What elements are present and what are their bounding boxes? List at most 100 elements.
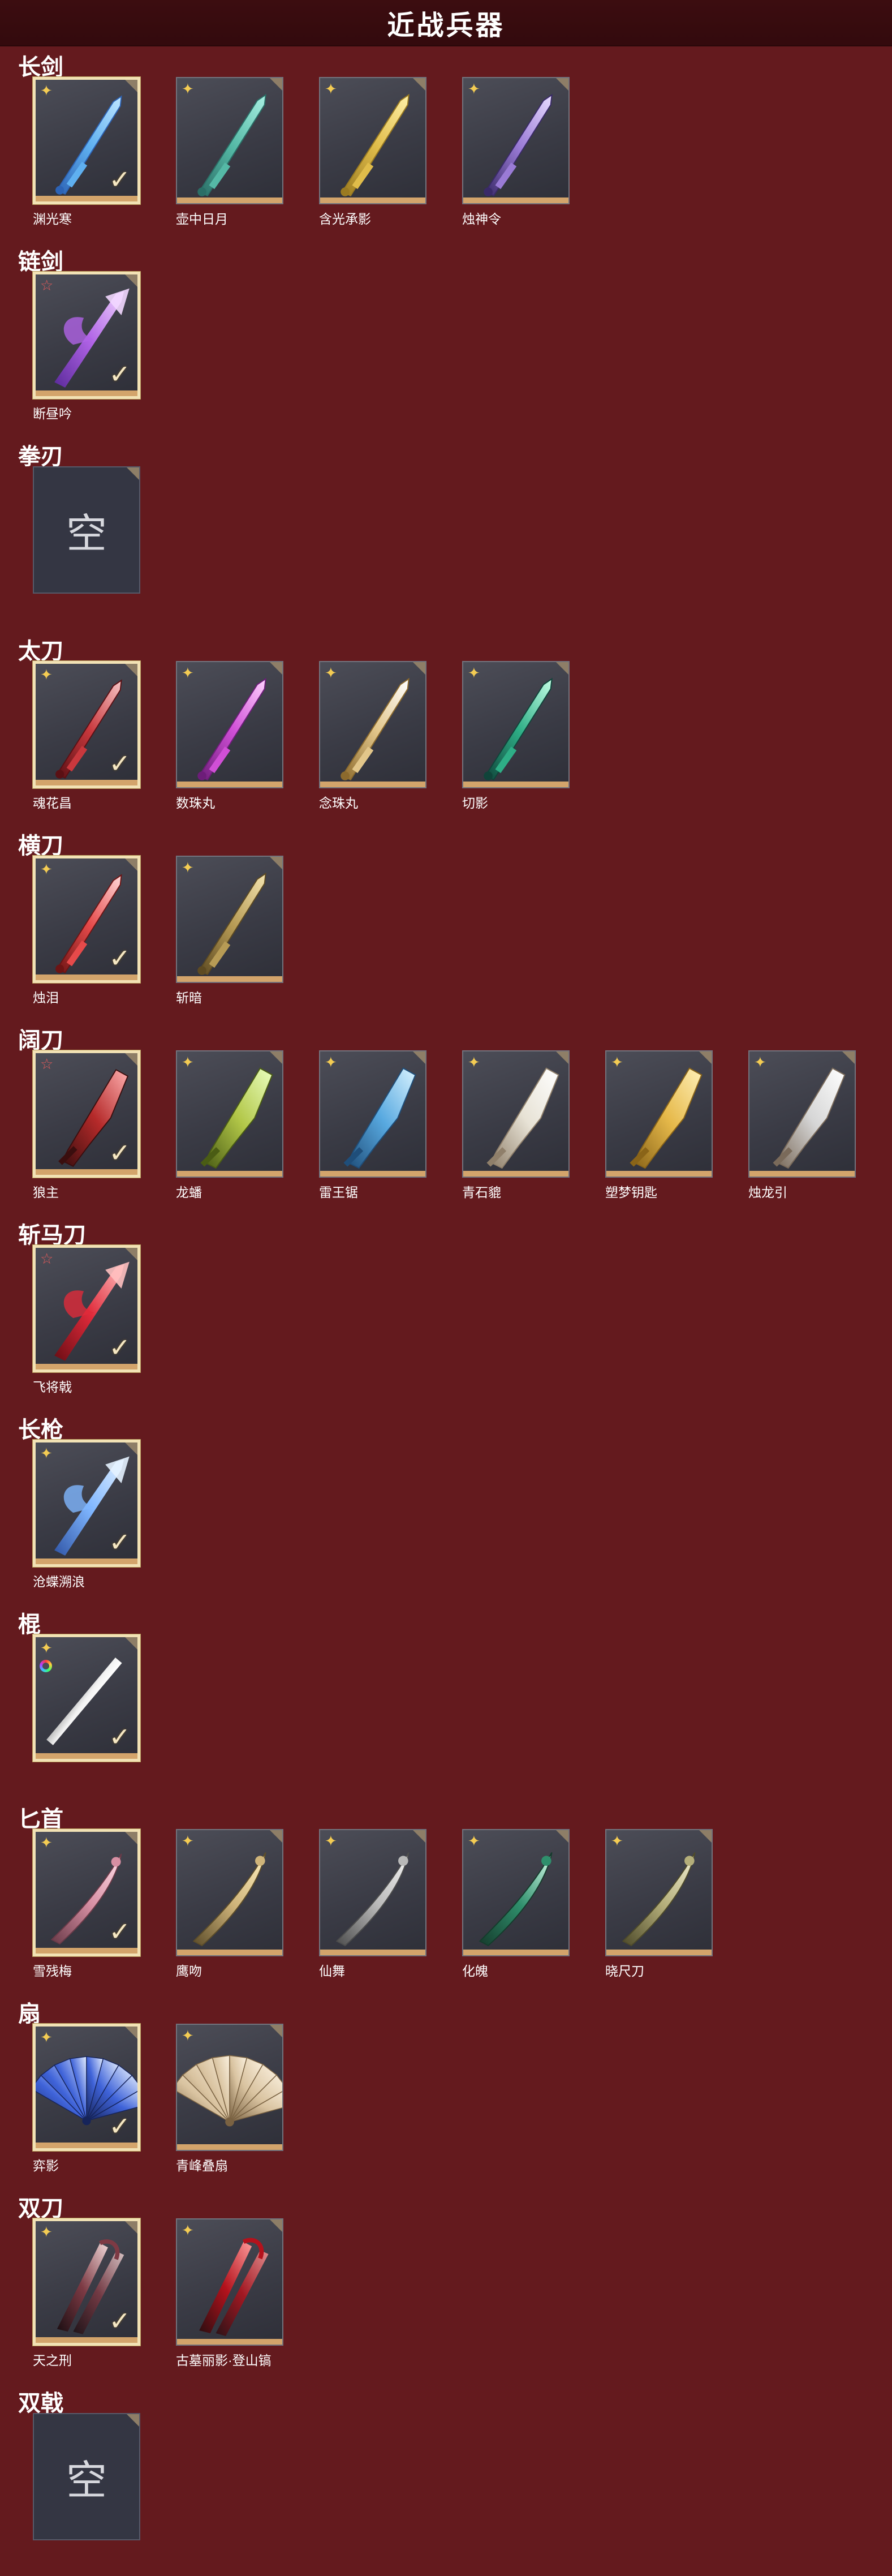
weapon-card[interactable]: ✦ ✓ 弈影	[33, 2024, 140, 2173]
weapon-name: 魂花昌	[33, 796, 72, 810]
weapon-name: 烛龙引	[748, 1185, 787, 1200]
weapon-card[interactable]: ✦ ✓ 魂花昌	[33, 661, 140, 810]
page-title: 近战兵器	[387, 11, 505, 41]
weapon-name: 弈影	[33, 2158, 59, 2173]
weapon-name: 壶中日月	[176, 212, 228, 226]
weapon-card[interactable]: ✦ ✓ 渊光寒	[33, 77, 140, 226]
card-bottom-bar	[177, 2144, 282, 2150]
weapon-card[interactable]: ✦ 念珠丸	[319, 661, 426, 810]
card-bottom-bar	[749, 1171, 855, 1177]
corner-tab-icon	[125, 2027, 137, 2039]
weapon-card[interactable]: ✦ 雷王锯	[319, 1050, 426, 1200]
weapon-frame: ✦	[605, 1829, 713, 1956]
equipped-check-icon: ✓	[109, 165, 131, 194]
weapon-card[interactable]: ✦ 青石貔	[462, 1050, 570, 1200]
card-bottom-bar	[463, 1950, 568, 1955]
weapon-card[interactable]: ✦ ✓	[33, 1634, 140, 1762]
card-bottom-bar	[606, 1950, 712, 1955]
weapon-section: 太刀 ✦ ✓ 魂花昌 ✦ 数珠丸 ✦ 念珠丸 ✦ 切影	[0, 629, 892, 824]
corner-tab-icon	[125, 2221, 137, 2234]
card-bottom-bar	[36, 1753, 137, 1759]
weapon-name: 断昼吟	[33, 406, 72, 421]
corner-tab-icon	[125, 858, 137, 871]
card-bottom-bar	[36, 974, 137, 980]
weapon-frame: ☆ ✓	[33, 1050, 140, 1178]
rarity-sparkle-icon: ✦	[40, 2223, 53, 2240]
weapon-card[interactable]: ✦ 龙蟠	[176, 1050, 283, 1200]
weapon-card[interactable]: ✦ 仙舞	[319, 1829, 426, 1978]
rarity-star-icon: ☆	[40, 1055, 54, 1072]
weapon-card[interactable]: ✦ 数珠丸	[176, 661, 283, 810]
corner-tab-icon	[125, 1248, 137, 1260]
weapon-frame: ✦	[176, 1829, 283, 1956]
header-bar: 近战兵器	[0, 0, 892, 46]
weapon-card[interactable]: ✦ 古墓丽影·登山镐	[176, 2218, 283, 2368]
empty-weapon-slot[interactable]: 空	[33, 2413, 140, 2540]
weapon-name: 飞将戟	[33, 1380, 72, 1394]
weapon-name: 龙蟠	[176, 1185, 202, 1200]
weapon-frame: ✦	[462, 1829, 570, 1956]
card-bottom-bar	[177, 976, 282, 982]
weapon-card[interactable]: ✦ 烛神令	[462, 77, 570, 226]
rarity-sparkle-icon: ✦	[325, 80, 337, 97]
rarity-sparkle-icon: ✦	[611, 1054, 623, 1071]
card-bottom-bar	[463, 198, 568, 203]
weapon-frame: 空	[33, 466, 140, 594]
weapon-card[interactable]: ✦ 斩暗	[176, 856, 283, 1005]
corner-tab-icon	[125, 274, 137, 287]
weapon-name: 切影	[462, 796, 488, 810]
weapon-card[interactable]: ✦ 含光承影	[319, 77, 426, 226]
weapon-name: 鹰吻	[176, 1964, 202, 1978]
card-bottom-bar	[36, 2143, 137, 2148]
equipped-check-icon: ✓	[109, 2111, 131, 2141]
weapon-card[interactable]: ✦ 烛龙引	[748, 1050, 856, 1200]
weapon-card[interactable]: ✦ ✓ 天之刑	[33, 2218, 140, 2368]
empty-weapon-slot[interactable]: 空	[33, 466, 140, 594]
card-bottom-bar	[36, 390, 137, 396]
equipped-check-icon: ✓	[109, 1333, 131, 1362]
weapon-card[interactable]: ☆ ✓ 狼主	[33, 1050, 140, 1200]
weapon-card[interactable]: ✦ 鹰吻	[176, 1829, 283, 1978]
equipped-check-icon: ✓	[109, 1138, 131, 1167]
rarity-sparkle-icon: ✦	[182, 2027, 194, 2044]
weapon-frame: ✦ ✓	[33, 1829, 140, 1956]
weapon-card[interactable]: ✦ ✓ 烛泪	[33, 856, 140, 1005]
corner-tab-icon	[699, 1051, 712, 1064]
weapon-card[interactable]: ✦ 青峰叠扇	[176, 2024, 283, 2173]
rarity-sparkle-icon: ✦	[182, 2222, 194, 2239]
weapon-card[interactable]: ✦ ✓ 沧蝶溯浪	[33, 1440, 140, 1589]
weapon-section: 双刀 ✦ ✓ 天之刑 ✦ 古墓丽影·登山镐	[0, 2187, 892, 2381]
rarity-star-icon: ☆	[40, 1250, 54, 1267]
weapon-card[interactable]: ✦ 切影	[462, 661, 570, 810]
equipped-check-icon: ✓	[109, 1722, 131, 1751]
corner-tab-icon	[270, 857, 282, 869]
card-bottom-bar	[463, 782, 568, 787]
weapon-frame: ✦	[176, 77, 283, 204]
card-bottom-bar	[606, 1171, 712, 1177]
weapon-name: 雷王锯	[319, 1185, 358, 1200]
weapon-card[interactable]: ✦ ✓ 雪残梅	[33, 1829, 140, 1978]
equipped-check-icon: ✓	[109, 359, 131, 389]
card-bottom-bar	[320, 1950, 425, 1955]
weapon-section: 长剑 ✦ ✓ 渊光寒 ✦ 壶中日月 ✦ 含光承影 ✦ 烛神令	[0, 45, 892, 240]
card-bottom-bar	[320, 782, 425, 787]
weapon-name: 烛神令	[462, 212, 501, 226]
weapon-name: 雪残梅	[33, 1964, 72, 1978]
corner-tab-icon	[270, 1051, 282, 1064]
rarity-sparkle-icon: ✦	[754, 1054, 766, 1071]
empty-slot-label: 空	[66, 2457, 107, 2504]
corner-tab-icon	[127, 2414, 139, 2427]
rarity-sparkle-icon: ✦	[468, 664, 480, 681]
weapon-card[interactable]: ✦ 塑梦钥匙	[605, 1050, 713, 1200]
rarity-sparkle-icon: ✦	[182, 80, 194, 97]
weapon-name: 斩暗	[176, 990, 202, 1005]
rarity-sparkle-icon: ✦	[468, 1054, 480, 1071]
corner-tab-icon	[270, 78, 282, 91]
weapon-frame: ✦	[462, 1050, 570, 1178]
weapon-card[interactable]: ✦ 晓尺刀	[605, 1829, 713, 1978]
weapon-card[interactable]: ☆ ✓ 断昼吟	[33, 272, 140, 421]
weapon-card[interactable]: ✦ 化魄	[462, 1829, 570, 1978]
weapon-card[interactable]: ✦ 壶中日月	[176, 77, 283, 226]
rarity-sparkle-icon: ✦	[40, 1445, 53, 1462]
weapon-card[interactable]: ☆ ✓ 飞将戟	[33, 1245, 140, 1394]
